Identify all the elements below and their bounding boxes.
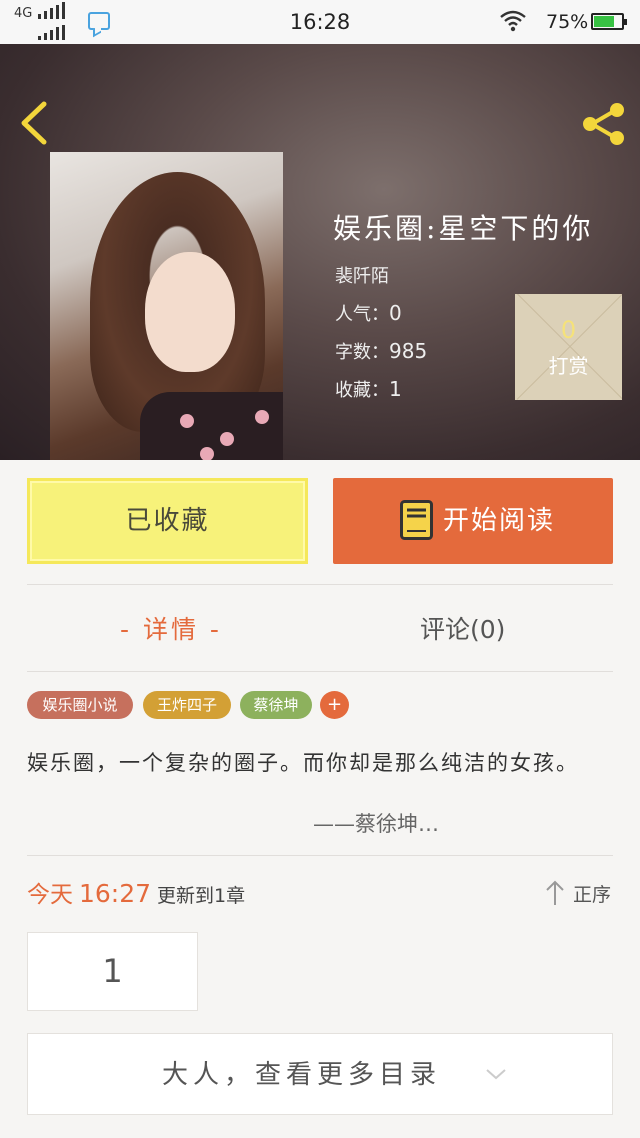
book-intro: 娱乐圈，一个复杂的圈子。而你却是那么纯洁的女孩。	[27, 751, 579, 775]
battery-percent: 75%	[546, 11, 589, 33]
tag-item[interactable]: 王炸四子	[143, 691, 231, 719]
book-header: 娱乐圈:星空下的你 裴阡陌 人气：0 字数：985 收藏：1 0 打赏	[0, 44, 640, 460]
sort-label: 正序	[573, 884, 612, 906]
update-time: 16:27	[79, 879, 152, 908]
book-author: 裴阡陌	[335, 266, 389, 287]
book-cover	[50, 152, 283, 460]
update-day: 今天	[27, 882, 73, 908]
start-reading-button[interactable]: 开始阅读	[333, 478, 613, 564]
stat-popularity-label: 人气：	[335, 304, 389, 325]
divider	[27, 855, 613, 856]
stat-words-label: 字数：	[335, 342, 389, 363]
stat-words-value: 985	[389, 339, 428, 363]
stat-favorites: 收藏：1	[335, 376, 402, 402]
tab-comments[interactable]: 评论(0)	[420, 610, 505, 646]
status-bar: 4G 16:28 75%	[0, 0, 640, 44]
reward-count: 0	[560, 316, 577, 344]
chapter-item[interactable]: 1	[27, 932, 198, 1011]
reward-button[interactable]: 0 打赏	[515, 294, 622, 400]
view-more-label: 大人，查看更多目录	[162, 1060, 442, 1090]
intro-author: ——蔡徐坤…	[313, 812, 439, 836]
share-icon[interactable]	[578, 102, 628, 146]
tab-detail[interactable]: - 详情 -	[120, 610, 222, 646]
wifi-icon	[500, 10, 526, 32]
arrow-up-icon	[546, 880, 564, 905]
stat-popularity: 人气：0	[335, 300, 402, 326]
stat-words: 字数：985	[335, 338, 427, 364]
stat-popularity-value: 0	[389, 301, 402, 325]
favorited-button[interactable]: 已收藏	[27, 478, 308, 564]
update-info: 今天 16:27 更新到1章	[27, 875, 245, 909]
battery-level	[594, 16, 614, 27]
book-title: 娱乐圈:星空下的你	[333, 212, 594, 245]
battery-icon	[591, 13, 627, 30]
reward-label: 打赏	[548, 354, 589, 378]
clock: 16:28	[289, 10, 351, 34]
view-more-catalog-button[interactable]: 大人，查看更多目录	[27, 1033, 613, 1115]
tag-item[interactable]: 蔡徐坤	[240, 691, 312, 719]
stat-favorites-value: 1	[389, 377, 402, 401]
start-reading-label: 开始阅读	[443, 506, 556, 536]
update-text: 更新到1章	[157, 885, 246, 907]
divider	[27, 584, 613, 585]
back-button[interactable]	[14, 100, 54, 146]
book-icon	[400, 500, 433, 540]
chevron-down-icon	[486, 1069, 506, 1080]
divider	[27, 671, 613, 672]
tag-item[interactable]: 娱乐圈小说	[27, 691, 133, 719]
add-tag-button[interactable]: +	[320, 691, 349, 719]
stat-favorites-label: 收藏：	[335, 380, 389, 401]
